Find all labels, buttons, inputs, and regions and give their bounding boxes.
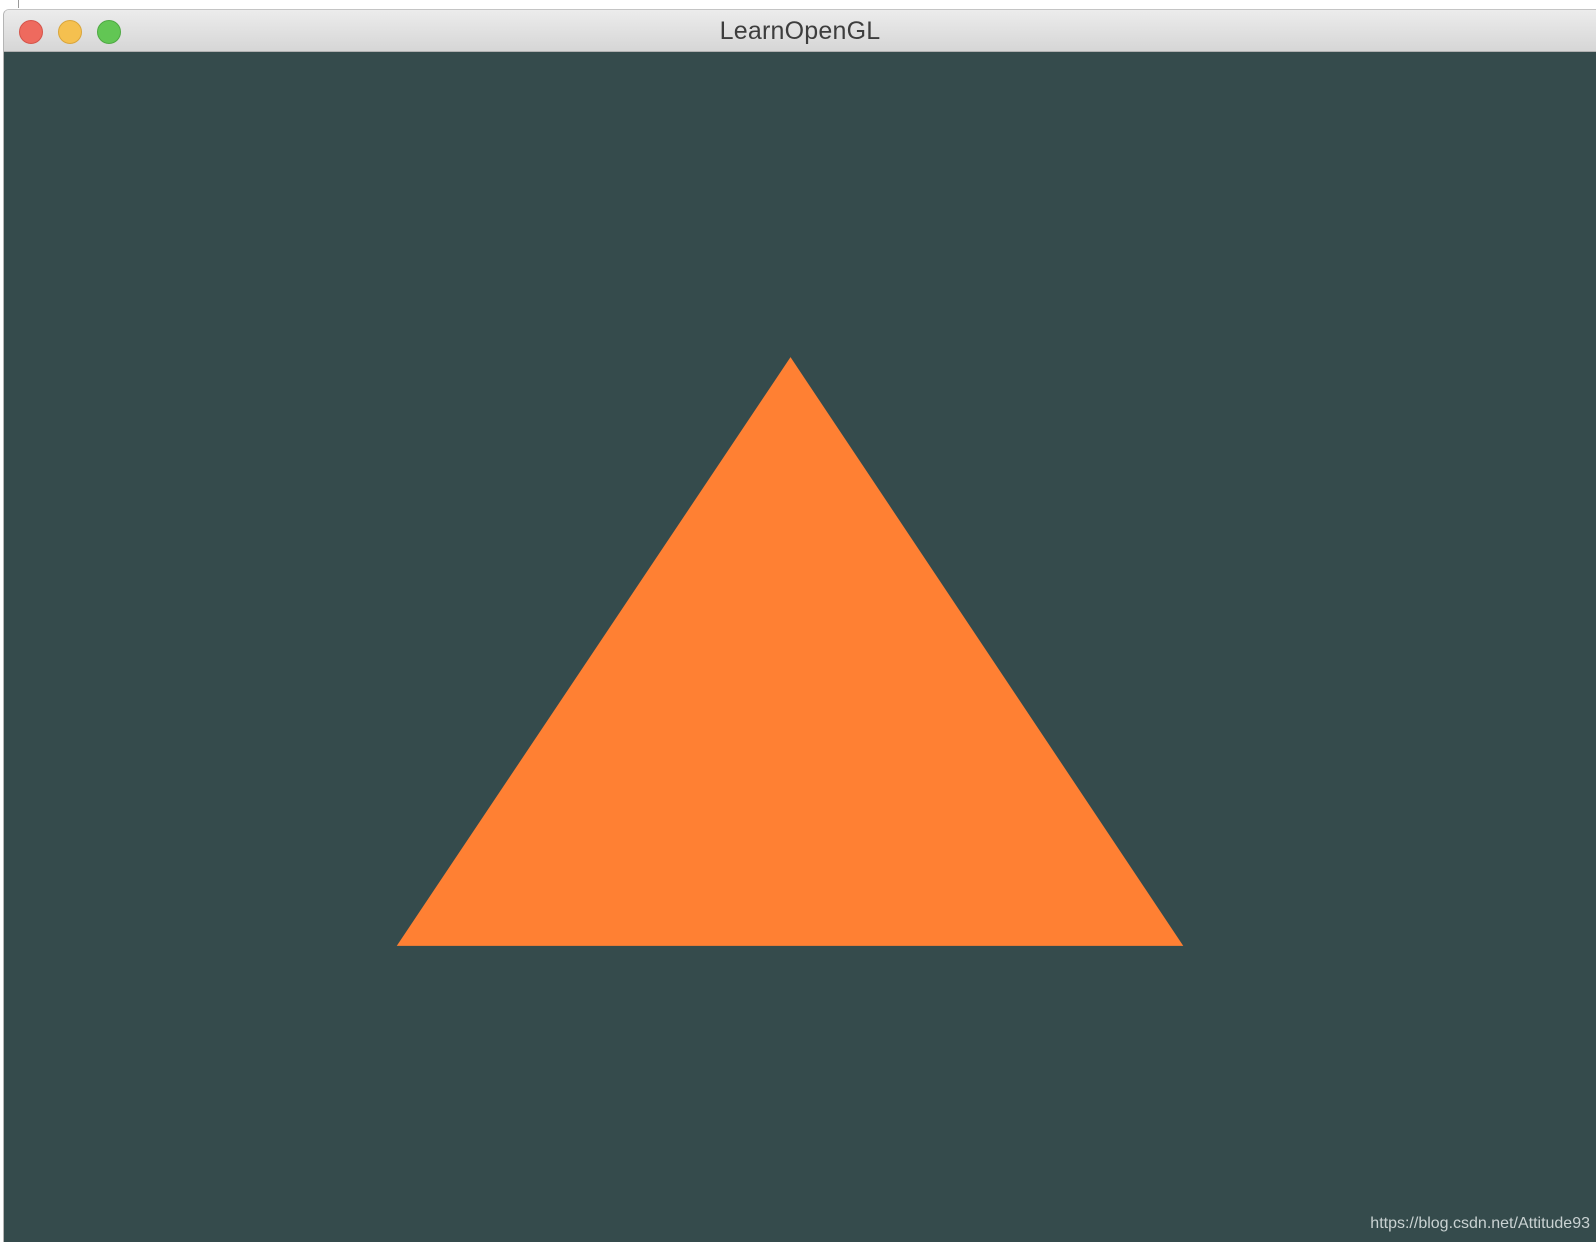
background-edge <box>18 0 19 8</box>
title-bar[interactable]: LearnOpenGL <box>4 10 1596 52</box>
watermark-text: https://blog.csdn.net/Attitude93 <box>1370 1215 1590 1232</box>
opengl-viewport[interactable]: https://blog.csdn.net/Attitude93 <box>4 52 1596 1242</box>
app-window: LearnOpenGL https://blog.csdn.net/Attitu… <box>3 9 1596 1242</box>
render-surface <box>396 357 1184 946</box>
screen-background <box>0 0 1596 9</box>
window-title: LearnOpenGL <box>719 17 881 45</box>
orange-triangle <box>396 357 1184 946</box>
